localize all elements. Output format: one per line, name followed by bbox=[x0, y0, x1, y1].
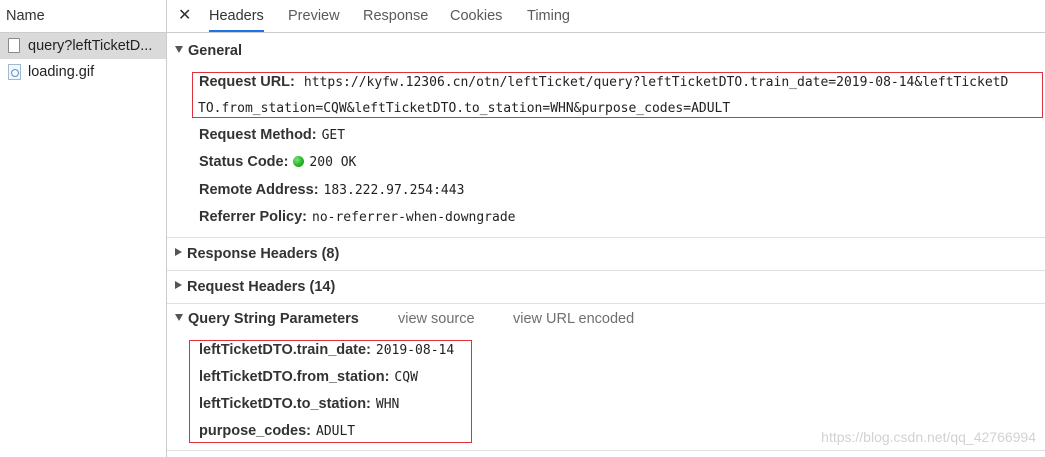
expanded-triangle-icon bbox=[175, 314, 183, 321]
request-method-row: Request Method: GET bbox=[199, 127, 345, 143]
remote-address-label: Remote Address: bbox=[199, 182, 319, 198]
query-param-key: leftTicketDTO.to_station: bbox=[199, 396, 371, 412]
collapsed-triangle-icon bbox=[175, 281, 182, 289]
status-code-value: 200 OK bbox=[309, 155, 357, 170]
watermark-text: https://blog.csdn.net/qq_42766994 bbox=[821, 429, 1036, 445]
request-details: ✕ Headers Preview Response Cookies Timin… bbox=[167, 0, 1045, 457]
query-param-row: leftTicketDTO.train_date: 2019-08-14 bbox=[199, 342, 454, 358]
tab-cookies[interactable]: Cookies bbox=[450, 0, 502, 32]
request-url-row: Request URL: https://kyfw.12306.cn/otn/l… bbox=[199, 74, 1008, 90]
referrer-policy-row: Referrer Policy: no-referrer-when-downgra… bbox=[199, 209, 516, 225]
remote-address-row: Remote Address: 183.222.97.254:443 bbox=[199, 182, 464, 198]
query-param-key: purpose_codes: bbox=[199, 423, 311, 439]
view-source-link[interactable]: view source bbox=[398, 311, 475, 327]
devtools-network-panel: Name query?leftTicketD... loading.gif ✕ … bbox=[0, 0, 1045, 457]
section-request-headers-toggle[interactable]: Request Headers (14) bbox=[175, 279, 335, 295]
request-url-value-line2: TO.from_station=CQW&leftTicketDTO.to_sta… bbox=[198, 101, 731, 116]
tab-preview[interactable]: Preview bbox=[288, 0, 340, 32]
query-param-key: leftTicketDTO.from_station: bbox=[199, 369, 390, 385]
section-response-headers-title: Response Headers (8) bbox=[187, 246, 340, 262]
request-url-value-line1: https://kyfw.12306.cn/otn/leftTicket/que… bbox=[303, 75, 1009, 90]
section-general-toggle[interactable]: General bbox=[175, 43, 242, 59]
section-query-string-toggle[interactable]: Query String Parameters bbox=[175, 311, 359, 327]
query-param-value: WHN bbox=[375, 397, 400, 412]
query-param-row: leftTicketDTO.from_station: CQW bbox=[199, 369, 418, 385]
section-divider bbox=[167, 450, 1045, 451]
referrer-policy-label: Referrer Policy: bbox=[199, 209, 307, 225]
query-param-key: leftTicketDTO.train_date: bbox=[199, 342, 371, 358]
query-param-row: leftTicketDTO.to_station: WHN bbox=[199, 396, 399, 412]
request-url-label: Request URL: bbox=[199, 74, 295, 90]
status-code-row: Status Code: 200 OK bbox=[199, 154, 356, 170]
close-icon[interactable]: ✕ bbox=[178, 6, 191, 26]
request-item-label: loading.gif bbox=[28, 64, 95, 80]
query-param-row: purpose_codes: ADULT bbox=[199, 423, 355, 439]
name-column-header[interactable]: Name bbox=[0, 0, 166, 33]
section-response-headers-toggle[interactable]: Response Headers (8) bbox=[175, 246, 339, 262]
request-method-value: GET bbox=[321, 128, 346, 143]
remote-address-value: 183.222.97.254:443 bbox=[323, 183, 465, 198]
section-divider bbox=[167, 237, 1045, 238]
section-divider bbox=[167, 270, 1045, 271]
status-code-label: Status Code: bbox=[199, 154, 289, 170]
details-tabbar: ✕ Headers Preview Response Cookies Timin… bbox=[167, 0, 1045, 33]
tab-timing[interactable]: Timing bbox=[527, 0, 570, 32]
expanded-triangle-icon bbox=[175, 46, 183, 53]
collapsed-triangle-icon bbox=[175, 248, 182, 256]
section-request-headers-title: Request Headers (14) bbox=[187, 279, 336, 295]
request-item-loading-gif[interactable]: loading.gif bbox=[0, 59, 166, 85]
section-general-title: General bbox=[188, 43, 242, 59]
query-param-value: 2019-08-14 bbox=[375, 343, 455, 358]
request-item-query[interactable]: query?leftTicketD... bbox=[0, 33, 166, 59]
request-item-label: query?leftTicketD... bbox=[28, 38, 153, 54]
query-param-value: ADULT bbox=[316, 424, 356, 439]
section-divider bbox=[167, 303, 1045, 304]
image-file-icon bbox=[8, 64, 21, 80]
document-icon bbox=[8, 38, 20, 53]
request-method-label: Request Method: bbox=[199, 127, 317, 143]
tab-headers[interactable]: Headers bbox=[209, 0, 264, 32]
query-param-value: CQW bbox=[394, 370, 418, 385]
request-url-continuation: TO.from_station=CQW&leftTicketDTO.to_sta… bbox=[198, 100, 730, 116]
request-list: Name query?leftTicketD... loading.gif bbox=[0, 0, 167, 457]
tab-response[interactable]: Response bbox=[363, 0, 428, 32]
section-query-string-title: Query String Parameters bbox=[188, 311, 359, 327]
status-ok-icon bbox=[293, 156, 305, 167]
view-url-encoded-link[interactable]: view URL encoded bbox=[513, 311, 634, 327]
referrer-policy-value: no-referrer-when-downgrade bbox=[312, 210, 516, 225]
